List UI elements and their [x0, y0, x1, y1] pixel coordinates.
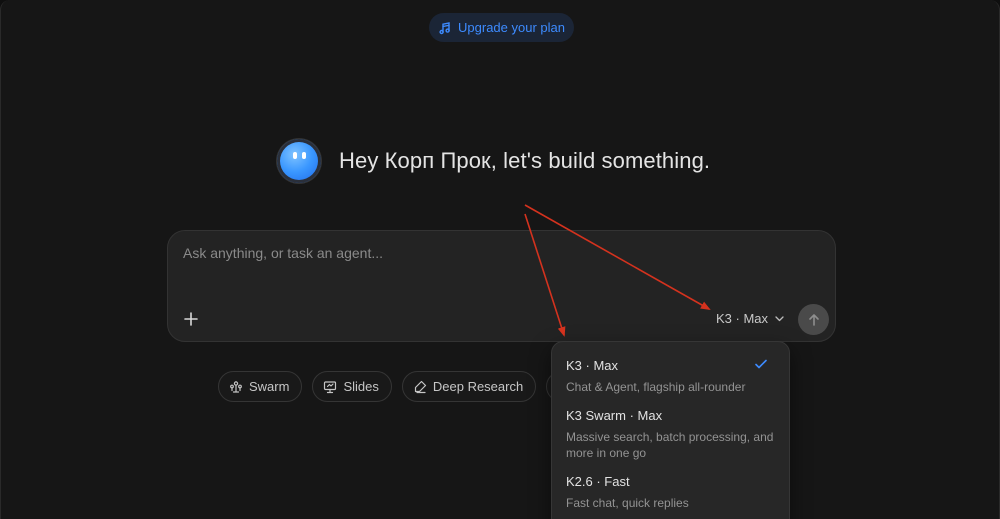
upgrade-plan-button[interactable]: Upgrade your plan	[429, 13, 574, 42]
model-selector-button[interactable]: K3 · Max	[716, 311, 785, 326]
mode-chips: Swarm Slides Deep Research	[218, 371, 587, 402]
greeting-text: Hey Корп Прок, let's build something.	[339, 148, 711, 173]
model-option-desc: Chat & Agent, flagship all-rounder	[566, 380, 746, 394]
research-icon	[413, 380, 427, 394]
swarm-icon	[229, 380, 243, 394]
model-menu: K3 · Max Chat & Agent, flagship all-roun…	[551, 341, 790, 519]
prompt-composer[interactable]: Ask anything, or task an agent... K3 · M…	[167, 230, 836, 342]
model-option-k26-fast[interactable]: K2.6 · Fast Fast chat, quick replies	[566, 474, 776, 511]
checkmark-icon	[754, 357, 768, 376]
model-option-desc: Massive search, batch processing, and mo…	[566, 430, 774, 460]
model-option-name: K2.6 · Fast	[566, 474, 630, 489]
chip-label: Slides	[343, 379, 379, 394]
avatar-eye	[302, 152, 306, 159]
arrow-up-icon	[807, 313, 821, 327]
model-selector-label: K3 · Max	[716, 311, 769, 326]
model-option-name: K3 · Max	[566, 358, 619, 373]
chevron-down-icon	[774, 313, 785, 324]
music-note-icon	[438, 21, 452, 35]
attach-plus-icon[interactable]	[180, 308, 202, 330]
chip-label: Deep Research	[432, 379, 524, 394]
model-option-desc: Fast chat, quick replies	[566, 496, 689, 510]
model-option-name: K3 Swarm · Max	[566, 408, 663, 423]
prompt-input-placeholder[interactable]: Ask anything, or task an agent...	[183, 245, 383, 261]
chip-label: Swarm	[249, 379, 290, 394]
app-window: Upgrade your plan Hey Корп Прок, let's b…	[0, 0, 1000, 519]
upgrade-plan-label: Upgrade your plan	[458, 20, 565, 35]
slides-icon	[323, 380, 337, 394]
send-button[interactable]	[798, 304, 829, 335]
greeting: Hey Корп Прок, let's build something.	[277, 139, 710, 183]
avatar-eye	[293, 152, 297, 159]
chip-deep-research[interactable]: Deep Research	[401, 371, 537, 402]
assistant-avatar-icon	[277, 139, 321, 183]
model-option-k3-max[interactable]: K3 · Max Chat & Agent, flagship all-roun…	[566, 358, 776, 395]
model-option-k3-swarm-max[interactable]: K3 Swarm · Max Massive search, batch pro…	[566, 408, 776, 461]
chip-slides[interactable]: Slides	[312, 371, 392, 402]
chip-swarm[interactable]: Swarm	[218, 371, 303, 402]
